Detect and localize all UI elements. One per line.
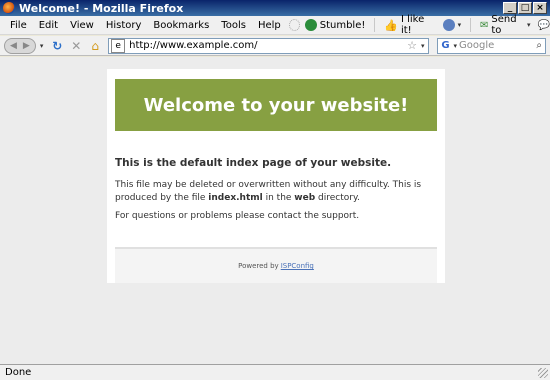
menu-bar: File Edit View History Bookmarks Tools H… (0, 14, 550, 36)
thumbs-up-icon: 👍 (384, 18, 398, 32)
toolbar-separator (470, 18, 471, 32)
page-heading: This is the default index page of your w… (115, 157, 392, 169)
menu-tools[interactable]: Tools (215, 20, 252, 31)
search-input[interactable]: Google (459, 40, 536, 51)
like-button[interactable]: 👍 I like it! (379, 14, 437, 36)
thumbs-down-button[interactable]: ▾ (438, 19, 467, 31)
thumbs-down-icon (442, 19, 455, 31)
status-text: Done (5, 367, 32, 378)
send-icon: ✉ (480, 19, 489, 31)
firefox-icon (3, 2, 15, 14)
home-button[interactable]: ⌂ (87, 38, 103, 54)
like-label: I like it! (400, 14, 425, 36)
description-paragraph: This file may be deleted or overwritten … (115, 179, 437, 205)
page-viewport: Welcome to your website! This is the def… (0, 57, 550, 364)
toolbar-separator (374, 18, 376, 32)
file-name: index.html (208, 193, 263, 203)
directory-name: web (294, 193, 316, 203)
resize-grip-icon[interactable] (538, 368, 548, 378)
stumble-icon (304, 19, 317, 31)
content-card: Welcome to your website! This is the def… (107, 69, 445, 283)
menu-help[interactable]: Help (252, 20, 287, 31)
chevron-down-icon[interactable]: ▾ (458, 21, 462, 29)
ispconfig-link[interactable]: ISPConfig (281, 262, 314, 270)
close-button[interactable]: × (533, 2, 547, 14)
support-paragraph: For questions or problems please contact… (115, 211, 360, 221)
history-dropdown-icon[interactable]: ▾ (40, 42, 44, 50)
window-title: Welcome! - Mozilla Firefox (19, 1, 184, 15)
bookmark-star-icon[interactable]: ☆ (407, 39, 417, 52)
back-forward-group: ◀ ▶ (4, 37, 36, 54)
stop-button[interactable]: ✕ (68, 38, 84, 54)
stumble-button[interactable]: Stumble! (300, 19, 371, 31)
search-engine-dropdown-icon[interactable]: ▾ (454, 42, 458, 50)
footer: Powered by ISPConfig (115, 247, 437, 283)
menu-history[interactable]: History (100, 20, 148, 31)
menu-view[interactable]: View (64, 20, 100, 31)
status-bar: Done (0, 364, 550, 380)
menu-file[interactable]: File (4, 20, 33, 31)
footer-text: Powered by (238, 262, 279, 270)
maximize-button[interactable]: □ (518, 2, 532, 14)
stumble-label: Stumble! (319, 19, 366, 31)
site-identity-icon[interactable]: e (111, 38, 126, 53)
url-text[interactable]: http://www.example.com/ (127, 40, 407, 51)
url-dropdown-icon[interactable]: ▾ (421, 42, 425, 50)
navigation-toolbar: ◀ ▶ ▾ ↻ ✕ ⌂ e http://www.example.com/ ☆ … (0, 36, 550, 56)
window-controls: _ □ × (503, 2, 547, 14)
search-box[interactable]: G ▾ Google ⌕ (436, 37, 546, 54)
chevron-down-icon: ▾ (527, 21, 531, 29)
description-text-mid: in the (262, 193, 295, 203)
menu-bookmarks[interactable]: Bookmarks (147, 20, 215, 31)
loading-icon (288, 19, 300, 31)
send-to-button[interactable]: ✉ Send to ▾ (475, 14, 536, 36)
search-icon[interactable]: ⌕ (536, 40, 542, 51)
title-bar: Welcome! - Mozilla Firefox _ □ × (0, 0, 550, 16)
description-text-end: directory. (315, 193, 360, 203)
back-button[interactable]: ◀ (7, 41, 20, 51)
welcome-banner: Welcome to your website! (115, 79, 437, 131)
url-bar[interactable]: e http://www.example.com/ ☆ ▾ (108, 37, 429, 54)
reload-button[interactable]: ↻ (49, 38, 65, 54)
send-to-label: Send to (491, 14, 517, 36)
comment-icon[interactable]: 💬 (538, 20, 550, 31)
google-icon[interactable]: G (440, 40, 452, 52)
menu-edit[interactable]: Edit (33, 20, 64, 31)
forward-button[interactable]: ▶ (20, 41, 33, 51)
minimize-button[interactable]: _ (503, 2, 517, 14)
